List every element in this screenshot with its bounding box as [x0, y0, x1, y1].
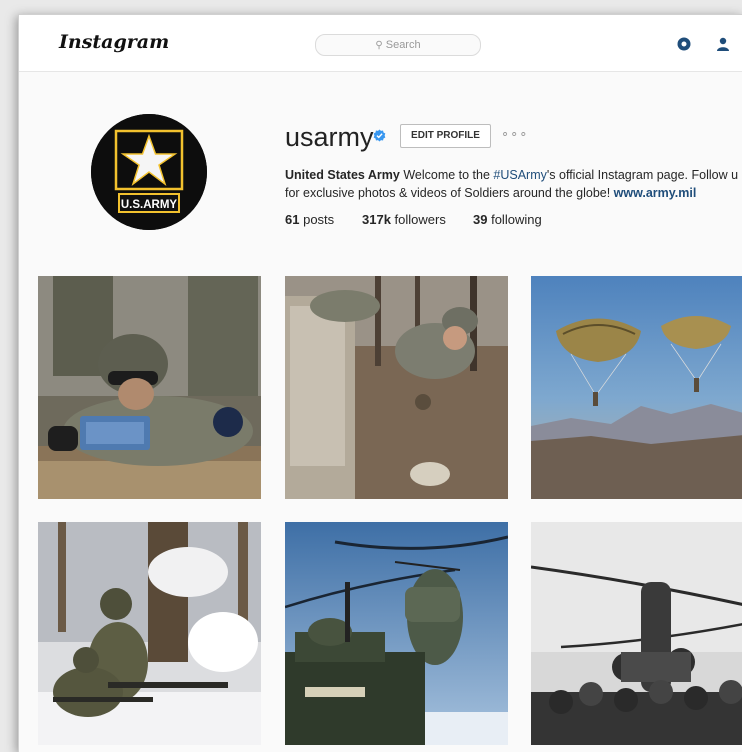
helicopter-over-vehicle-image [285, 522, 508, 745]
avatar-text: U.S.ARMY [121, 199, 178, 211]
instagram-logo[interactable]: Instagram [59, 31, 169, 53]
profile-username: usarmy [285, 122, 374, 152]
browser-window: Instagram ⚲ Search U.S.ARMY usarmy EDIT P… [18, 14, 742, 752]
soldier-throwing-grenade-image [285, 276, 508, 499]
soldiers-in-snow-image [38, 522, 261, 745]
posts-count: 61 posts [285, 212, 335, 227]
post-tile[interactable] [285, 276, 508, 499]
followers-count[interactable]: 317k followers [362, 212, 446, 227]
search-input[interactable]: ⚲ Search [315, 34, 481, 56]
post-tile[interactable] [531, 276, 742, 499]
post-tile[interactable] [285, 522, 508, 745]
profile-avatar[interactable]: U.S.ARMY [91, 114, 207, 230]
army-logo-icon: U.S.ARMY [91, 114, 207, 230]
edit-profile-button[interactable]: EDIT PROFILE [400, 124, 491, 148]
verified-badge-icon [373, 129, 386, 142]
parachutists-image [531, 276, 742, 499]
post-tile[interactable] [38, 276, 261, 499]
bio-full-name: United States Army [285, 168, 400, 182]
bio-text-3: for exclusive photos & videos of Soldier… [285, 186, 614, 200]
bio-hashtag-link[interactable]: #USArmy [493, 168, 546, 182]
soldier-with-claymore-image [38, 276, 261, 499]
bio-line-1: United States Army Welcome to the #USArm… [285, 166, 742, 184]
search-icon: ⚲ [375, 40, 383, 51]
bio-line-2: for exclusive photos & videos of Soldier… [285, 184, 742, 202]
bio-text-1: Welcome to the [399, 168, 494, 182]
bio-text-2: 's official Instagram page. Follow u [546, 168, 739, 182]
profile-bio: United States Army Welcome to the #USArm… [285, 166, 742, 202]
post-tile[interactable] [38, 522, 261, 745]
top-navigation-bar: Instagram ⚲ Search [19, 15, 742, 72]
more-options-button[interactable]: ∘∘∘ [501, 126, 528, 142]
post-tile[interactable] [531, 522, 742, 745]
search-placeholder: Search [385, 39, 421, 51]
following-count[interactable]: 39 following [473, 212, 542, 227]
compass-icon[interactable] [677, 37, 691, 51]
chinook-with-troops-image [531, 522, 742, 745]
bio-website-link[interactable]: www.army.mil [614, 186, 697, 200]
user-icon[interactable] [716, 37, 730, 51]
